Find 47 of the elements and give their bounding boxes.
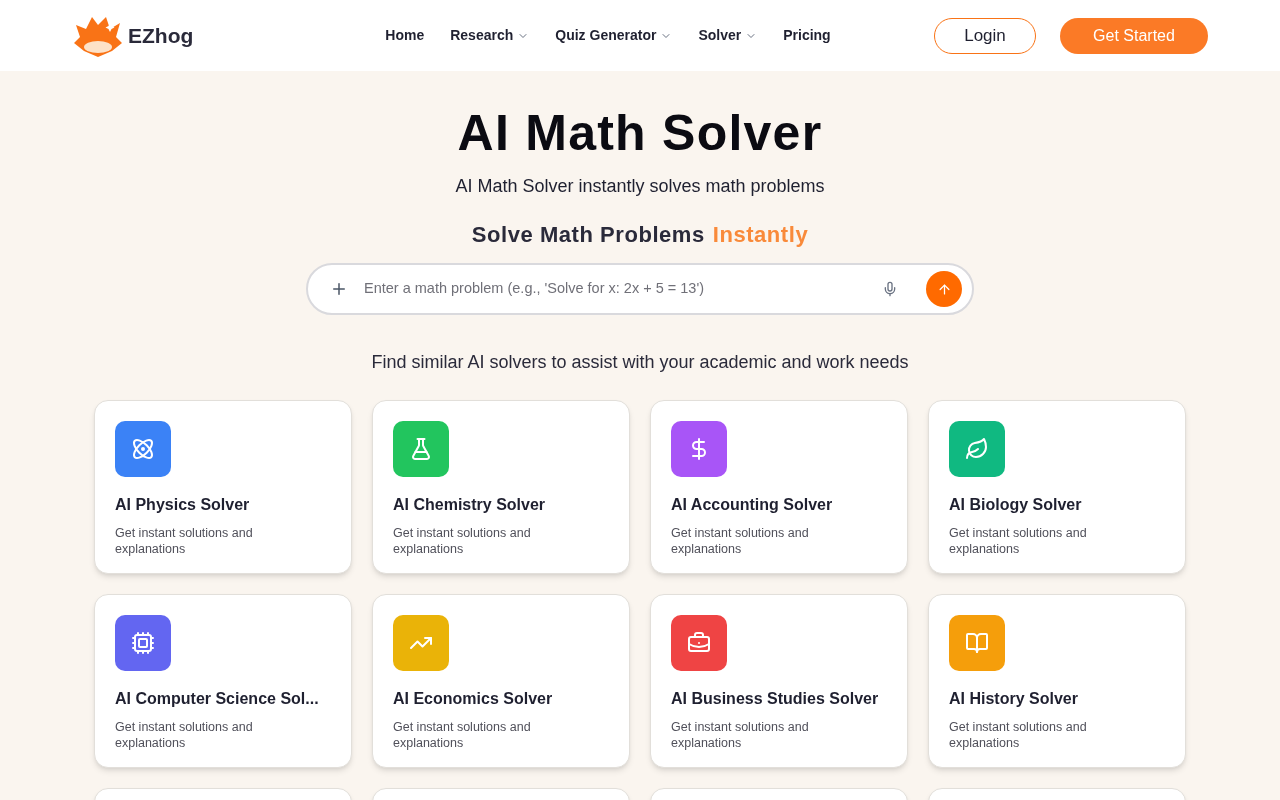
submit-button[interactable] [926,271,962,307]
nav-link[interactable]: Pricing [783,25,831,46]
nav-link[interactable]: Solver [698,25,758,46]
microphone-icon[interactable] [882,281,898,297]
tagline: Solve Math Problems [471,221,705,249]
atom-icon [131,437,155,461]
plus-icon[interactable] [330,280,348,298]
brand-name[interactable]: EZhog [128,19,194,52]
card-description: Get instant solutions and explanations [949,719,1088,751]
nav-link[interactable]: Home [385,25,425,46]
nav-link[interactable]: Quiz Generator [555,25,673,46]
solver-card[interactable]: AI Biology Solver Get instant solutions and explanations [928,400,1186,574]
leaf-icon [965,437,989,461]
nav-link[interactable]: Research [450,25,530,46]
card-title: AI Biology Solver [949,495,1083,515]
solver-card[interactable]: AI Accounting Solver Get instant solutions and explanations [650,400,908,574]
card-title: AI Economics Solver [393,689,554,709]
solver-card[interactable]: AI Business Studies Solver Get instant solutions and explanations [650,594,908,768]
search-field[interactable]: Enter a math problem (e.g., 'Solve for x: 2x + 5 = 13') [364,278,866,300]
card-description: Get instant solutions and explanations [115,525,254,557]
page-title: AI Math Solver [457,104,823,163]
solver-card[interactable]: AI Computer Science Sol... Get instant solutions and explanations [94,594,352,768]
tagline-accent: Instantly [712,221,809,249]
card-title: AI Accounting Solver [671,495,834,515]
subtitle: AI Math Solver instantly solves math problems [455,175,825,198]
card-title: AI Chemistry Solver [393,495,547,515]
card-description: Get instant solutions and explanations [671,719,810,751]
solver-card[interactable]: AI Physics Solver Get instant solutions and explanations [94,400,352,574]
search-bar[interactable]: Enter a math problem (e.g., 'Solve for x: 2x + 5 = 13') [306,263,974,315]
card-title: AI Physics Solver [115,495,251,515]
solver-card[interactable]: AI Economics Solver Get instant solutions and explanations [372,594,630,768]
solver-card[interactable]: AI History Solver Get instant solutions and explanations [928,594,1186,768]
card-description: Get instant solutions and explanations [949,525,1088,557]
card-description: Get instant solutions and explanations [393,719,532,751]
solver-card[interactable]: AI Chemistry Solver Get instant solutions and explanations [372,400,630,574]
card-title: AI History Solver [949,689,1079,709]
book-icon [965,631,989,655]
flask-icon [409,437,433,461]
card-description: Get instant solutions and explanations [115,719,254,751]
section-heading: Find similar AI solvers to assist with your academic and work needs [371,351,909,374]
login-button[interactable]: Login [934,17,1036,54]
card-title: AI Computer Science Sol... [115,689,320,709]
chip-icon [131,631,155,655]
card-description: Get instant solutions and explanations [671,525,810,557]
card-description: Get instant solutions and explanations [393,525,532,557]
briefcase-icon [687,631,711,655]
card-title: AI Business Studies Solver [671,689,880,709]
